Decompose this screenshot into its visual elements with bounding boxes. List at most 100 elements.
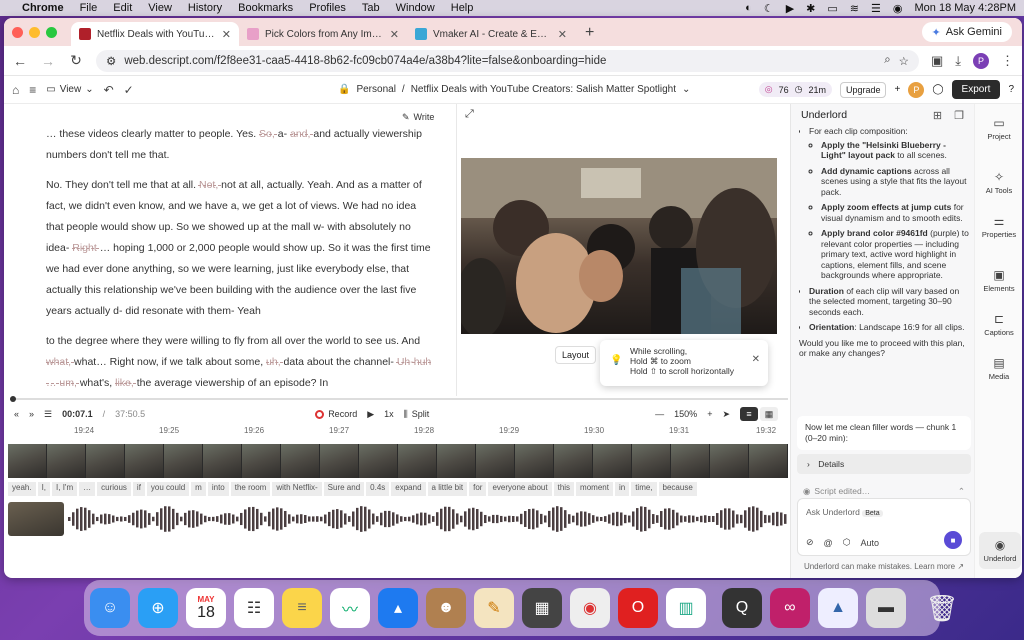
grid-view-icon[interactable]: ▦ <box>760 407 778 421</box>
calendar-icon[interactable]: MAY 18 <box>186 588 226 628</box>
word-chip[interactable]: in <box>614 482 630 496</box>
site-info-icon[interactable]: ⚙ <box>106 54 116 68</box>
siri-icon[interactable]: ◉ <box>893 2 903 15</box>
script-paragraph[interactable]: … these videos clearly matter to people.… <box>46 124 434 166</box>
rail-ai-tools[interactable]: ✧ AI Tools <box>975 170 1022 195</box>
play-icon[interactable]: ▶ <box>786 2 794 15</box>
add-collaborator-icon[interactable]: + <box>894 84 900 95</box>
zoom-in-icon[interactable]: + <box>707 409 712 419</box>
filler-word[interactable]: So, <box>259 128 278 140</box>
record-button[interactable]: Record <box>315 409 357 419</box>
control-center-icon[interactable]: ☰ <box>871 2 881 15</box>
word-chip[interactable]: because <box>658 482 697 496</box>
rail-project[interactable]: ▭ Project <box>975 116 1022 141</box>
script-editor-icon[interactable]: ▬ <box>866 588 906 628</box>
menu-profiles[interactable]: Profiles <box>309 2 346 14</box>
details-toggle[interactable]: › Details <box>797 454 971 474</box>
help-icon[interactable]: ? <box>1008 84 1014 95</box>
profile-avatar[interactable]: P <box>973 52 989 69</box>
finder-icon[interactable]: ☺ <box>90 588 130 628</box>
script-paragraph[interactable]: to the degree where they were willing to… <box>46 331 434 394</box>
auto-mode-label[interactable]: Auto <box>861 538 880 548</box>
word-chip[interactable]: m <box>191 482 206 496</box>
word-chip[interactable]: I, <box>37 482 51 496</box>
script-editor[interactable]: ✎ Write … these videos clearly matter to… <box>4 104 454 396</box>
upgrade-button[interactable]: Upgrade <box>839 81 887 98</box>
word-chip[interactable]: you could <box>146 482 190 496</box>
preview-icon[interactable]: ▲ <box>818 588 858 628</box>
layout-button[interactable]: Layout <box>555 346 597 364</box>
script-paragraph[interactable]: No. They don't tell me that at all. Not,… <box>46 175 434 322</box>
tab-pick-colors[interactable]: Pick Colors from Any Image -… ✕ <box>239 22 407 46</box>
word-chip[interactable]: curious <box>97 482 131 496</box>
close-window-button[interactable] <box>12 26 23 38</box>
forward-arrow-icon[interactable]: → <box>40 53 56 69</box>
menu-file[interactable]: File <box>80 2 98 14</box>
word-chip[interactable]: time, <box>631 482 657 496</box>
word-chip[interactable]: with Netflix- <box>272 482 322 496</box>
view-menu-button[interactable]: ▭ View ⌄ <box>46 84 93 95</box>
address-url[interactable]: web.descript.com/f2f8ee31-caa5-4418-8b62… <box>124 55 876 67</box>
filler-word[interactable]: Not, <box>199 179 221 191</box>
creative-cloud-icon[interactable]: ∞ <box>770 588 810 628</box>
speed-button[interactable]: 1x <box>384 409 394 419</box>
menu-view[interactable]: View <box>148 2 172 14</box>
mention-icon[interactable]: @ <box>824 538 833 548</box>
word-chip[interactable]: … <box>79 482 96 496</box>
safari-icon[interactable]: ⊕ <box>138 588 178 628</box>
playhead-scrubber[interactable] <box>10 396 788 402</box>
sync-check-icon[interactable]: ✓ <box>124 83 134 97</box>
write-button[interactable]: ✎ Write <box>402 107 434 128</box>
credits-badge[interactable]: ◎ 76 ◷ 21m <box>758 82 832 97</box>
calculator-icon[interactable]: ▦ <box>522 588 562 628</box>
breadcrumb-workspace[interactable]: Personal <box>356 84 395 95</box>
close-icon[interactable]: ✕ <box>752 355 760 365</box>
word-chip[interactable]: expand <box>391 482 426 496</box>
undo-icon[interactable]: ↶ <box>104 83 114 97</box>
ask-gemini-button[interactable]: ✦ Ask Gemini <box>921 22 1012 42</box>
split-button[interactable]: ⫼ Split <box>404 409 430 420</box>
ask-underlord-input[interactable]: Ask Underlord Beta ⊘ @ ⬡ Auto ■ <box>797 498 971 556</box>
rail-captions[interactable]: ⊏ Captions <box>975 312 1022 337</box>
menu-bookmarks[interactable]: Bookmarks <box>238 2 293 14</box>
menu-tab[interactable]: Tab <box>362 2 380 14</box>
playhead-handle[interactable] <box>10 396 16 402</box>
menubar-clock[interactable]: Mon 18 May 4:28PM <box>915 2 1017 14</box>
reminders-icon[interactable]: ☷ <box>234 588 274 628</box>
menu-hamburger-icon[interactable]: ≡ <box>29 83 36 97</box>
cursor-tool-icon[interactable]: ➤ <box>722 409 730 420</box>
rail-media[interactable]: ▤ Media <box>975 356 1022 381</box>
menu-help[interactable]: Help <box>451 2 474 14</box>
notes-icon[interactable]: ≡ <box>282 588 322 628</box>
battery-icon[interactable]: ▭ <box>827 2 837 15</box>
user-avatar[interactable]: P <box>908 81 925 98</box>
menu-window[interactable]: Window <box>396 2 435 14</box>
tab-vmaker[interactable]: Vmaker AI - Create & Edit Vid… ✕ <box>407 22 575 46</box>
home-icon[interactable]: ⌂ <box>12 83 19 97</box>
zoom-level[interactable]: 150% <box>674 409 697 419</box>
opera-icon[interactable]: O <box>618 588 658 628</box>
bluetooth-icon[interactable]: ✱ <box>806 2 815 15</box>
freeform-icon[interactable]: 〰 <box>330 588 370 628</box>
word-chip[interactable]: I, I'm <box>52 482 78 496</box>
fullscreen-icon[interactable]: ⤢ <box>465 108 474 121</box>
video-preview[interactable] <box>461 158 777 334</box>
video-track-filmstrip[interactable] <box>8 444 788 478</box>
audio-track[interactable] <box>8 502 788 536</box>
play-icon[interactable]: ▶ <box>367 409 374 420</box>
rail-elements[interactable]: ▣ Elements <box>975 268 1022 293</box>
word-chip[interactable]: this <box>553 482 575 496</box>
new-chat-icon[interactable]: ⊞ <box>933 109 942 122</box>
chevron-down-icon[interactable]: ⌄ <box>682 84 690 95</box>
trash-icon[interactable]: 🗑 <box>922 588 962 628</box>
tab-netflix-deals[interactable]: Netflix Deals with YouTube Cr… ✕ <box>71 22 239 46</box>
stop-button[interactable]: ■ <box>944 531 962 549</box>
word-chip[interactable]: everyone about <box>488 482 552 496</box>
filler-word[interactable]: Right <box>72 242 99 254</box>
word-chip[interactable]: for <box>469 482 487 496</box>
zoom-lens-icon[interactable]: ⌕ <box>884 54 890 67</box>
back-arrow-icon[interactable]: ← <box>12 53 28 69</box>
filler-word[interactable]: like, <box>115 377 137 389</box>
filler-word[interactable]: and, <box>290 128 313 140</box>
address-bar[interactable]: ⚙ web.descript.com/f2f8ee31-caa5-4418-8b… <box>96 49 919 72</box>
